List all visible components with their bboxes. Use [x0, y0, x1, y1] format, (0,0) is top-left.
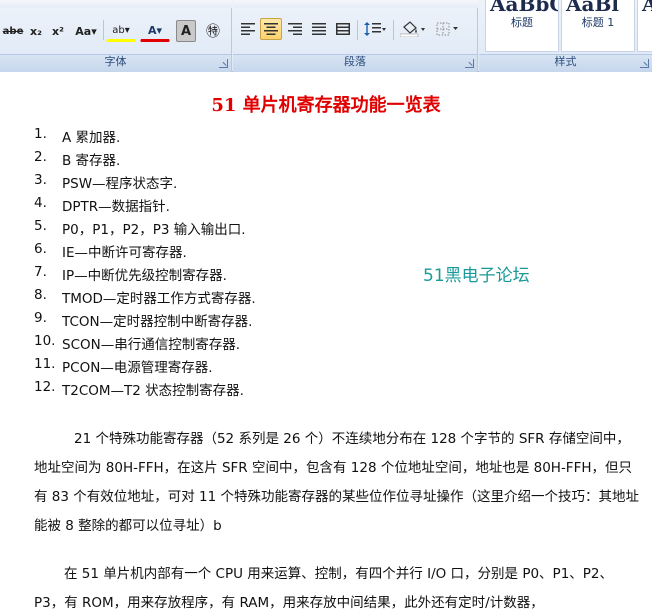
- document-title: 51 单片机寄存器功能一览表: [211, 95, 441, 116]
- style-heading-2[interactable]: A: [637, 0, 652, 52]
- superscript-button[interactable]: x²: [48, 20, 68, 42]
- dialog-launcher-icon[interactable]: [219, 59, 228, 68]
- list-item: 9. TCON—定时器控制中断寄存器.: [34, 310, 256, 333]
- justify-icon: [312, 23, 326, 35]
- font-group-label-bar: 字体: [0, 54, 231, 72]
- paragraph-group-label-bar: 段落: [233, 54, 477, 72]
- ribbon: abe x₂ x² Aa▾ ab▾ A▾ A ㊕ 字体 段落 AaBbC 标题 …: [0, 0, 652, 72]
- list-number: 3.: [34, 172, 47, 188]
- list-item: 1. A 累加器.: [34, 126, 256, 149]
- align-right-icon: [288, 23, 302, 35]
- borders-button[interactable]: [432, 18, 464, 40]
- shading-button[interactable]: [396, 18, 430, 40]
- list-text: DPTR—数据指针.: [62, 199, 170, 215]
- list-text: IE—中断许可寄存器.: [62, 245, 187, 261]
- style-sample: A: [642, 0, 652, 16]
- align-center-icon: [264, 23, 278, 35]
- line-spacing-icon: [364, 22, 386, 36]
- list-number: 11.: [34, 356, 56, 372]
- list-item: 2. B 寄存器.: [34, 149, 256, 172]
- list-number: 10.: [34, 333, 56, 349]
- enclose-characters-button[interactable]: ㊕: [202, 20, 224, 42]
- style-name: 标题 1: [581, 16, 615, 29]
- list-text: TMOD—定时器工作方式寄存器.: [62, 291, 256, 307]
- line-spacing-button[interactable]: [360, 18, 390, 40]
- change-case-button[interactable]: Aa▾: [72, 20, 100, 42]
- style-name: 标题: [511, 16, 533, 29]
- list-text: SCON—串行通信控制寄存器.: [62, 337, 241, 353]
- list-item: 4. DPTR—数据指针.: [34, 195, 256, 218]
- list-item: 5. P0，P1，P2，P3 输入输出口.: [34, 218, 256, 241]
- font-separator: [103, 20, 104, 40]
- dialog-launcher-icon[interactable]: [640, 59, 649, 68]
- paragraph-group-label: 段落: [344, 55, 366, 68]
- paragraph-group: 段落: [233, 0, 478, 72]
- list-text: T2COM—T2 状态控制寄存器.: [62, 383, 244, 399]
- list-text: B 寄存器.: [62, 153, 121, 169]
- styles-group: AaBbC 标题 AaBl 标题 1 A 样式: [479, 0, 652, 72]
- list-number: 8.: [34, 287, 47, 303]
- align-right-button[interactable]: [284, 18, 306, 40]
- list-number: 4.: [34, 195, 47, 211]
- paint-bucket-icon: [400, 21, 425, 37]
- list-item: 6. IE—中断许可寄存器.: [34, 241, 256, 264]
- list-number: 5.: [34, 218, 47, 234]
- list-number: 12.: [34, 379, 56, 395]
- list-text: IP—中断优先级控制寄存器.: [62, 268, 227, 284]
- cpu-paragraph: 在 51 单片机内部有一个 CPU 用来运算、控制，有四个并行 I/O 口，分别…: [34, 566, 614, 611]
- subscript-button[interactable]: x₂: [26, 20, 46, 42]
- list-item: 10. SCON—串行通信控制寄存器.: [34, 333, 256, 356]
- align-left-icon: [241, 23, 255, 35]
- strikethrough-button[interactable]: abe: [2, 20, 24, 42]
- style-title[interactable]: AaBbC 标题: [485, 0, 559, 52]
- distributed-button[interactable]: [332, 18, 354, 40]
- list-item: 12. T2COM—T2 状态控制寄存器.: [34, 379, 256, 402]
- list-text: A 累加器.: [62, 130, 121, 146]
- list-number: 1.: [34, 126, 47, 142]
- character-shading-button[interactable]: A: [176, 20, 196, 42]
- list-text: TCON—定时器控制中断寄存器.: [62, 314, 253, 330]
- document-page[interactable]: 51 单片机寄存器功能一览表 1. A 累加器. 2. B 寄存器. 3. PSW—程…: [0, 73, 652, 615]
- list-number: 9.: [34, 310, 47, 326]
- styles-group-label: 样式: [554, 55, 577, 68]
- list-text: P0，P1，P2，P3 输入输出口.: [62, 222, 246, 238]
- paragraph-separator: [357, 20, 358, 40]
- align-center-button[interactable]: [260, 18, 282, 40]
- list-item: 7. IP—中断优先级控制寄存器.: [34, 264, 256, 287]
- styles-group-label-bar: 样式: [479, 54, 652, 72]
- list-text: PSW—程序状态字.: [62, 176, 178, 192]
- sfr-paragraph: 21 个特殊功能寄存器（52 系列是 26 个）不连续地分布在 128 个字节的…: [34, 431, 640, 534]
- distributed-icon: [336, 23, 350, 35]
- align-left-button[interactable]: [237, 18, 259, 40]
- register-list: 1. A 累加器. 2. B 寄存器. 3. PSW—程序状态字. 4. DPTR—数据…: [34, 126, 256, 402]
- paragraph-group-top-row: [233, 0, 478, 8]
- list-item: 3. PSW—程序状态字.: [34, 172, 256, 195]
- watermark-text: 51黑电子论坛: [423, 266, 530, 286]
- paragraph-separator-2: [393, 20, 394, 40]
- font-color-button[interactable]: A▾: [140, 20, 170, 42]
- font-group: abe x₂ x² Aa▾ ab▾ A▾ A ㊕ 字体: [0, 0, 232, 72]
- list-number: 2.: [34, 149, 47, 165]
- list-number: 7.: [34, 264, 47, 280]
- list-item: 11. PCON—电源管理寄存器.: [34, 356, 256, 379]
- justify-button[interactable]: [308, 18, 330, 40]
- borders-icon: [436, 22, 458, 36]
- list-text: PCON—电源管理寄存器.: [62, 360, 213, 376]
- list-item: 8. TMOD—定时器工作方式寄存器.: [34, 287, 256, 310]
- list-number: 6.: [34, 241, 47, 257]
- dialog-launcher-icon[interactable]: [465, 59, 474, 68]
- highlight-color-button[interactable]: ab▾: [106, 20, 136, 42]
- style-heading-1[interactable]: AaBl 标题 1: [561, 0, 635, 52]
- font-group-top-row: [0, 0, 232, 8]
- font-group-label: 字体: [104, 55, 127, 68]
